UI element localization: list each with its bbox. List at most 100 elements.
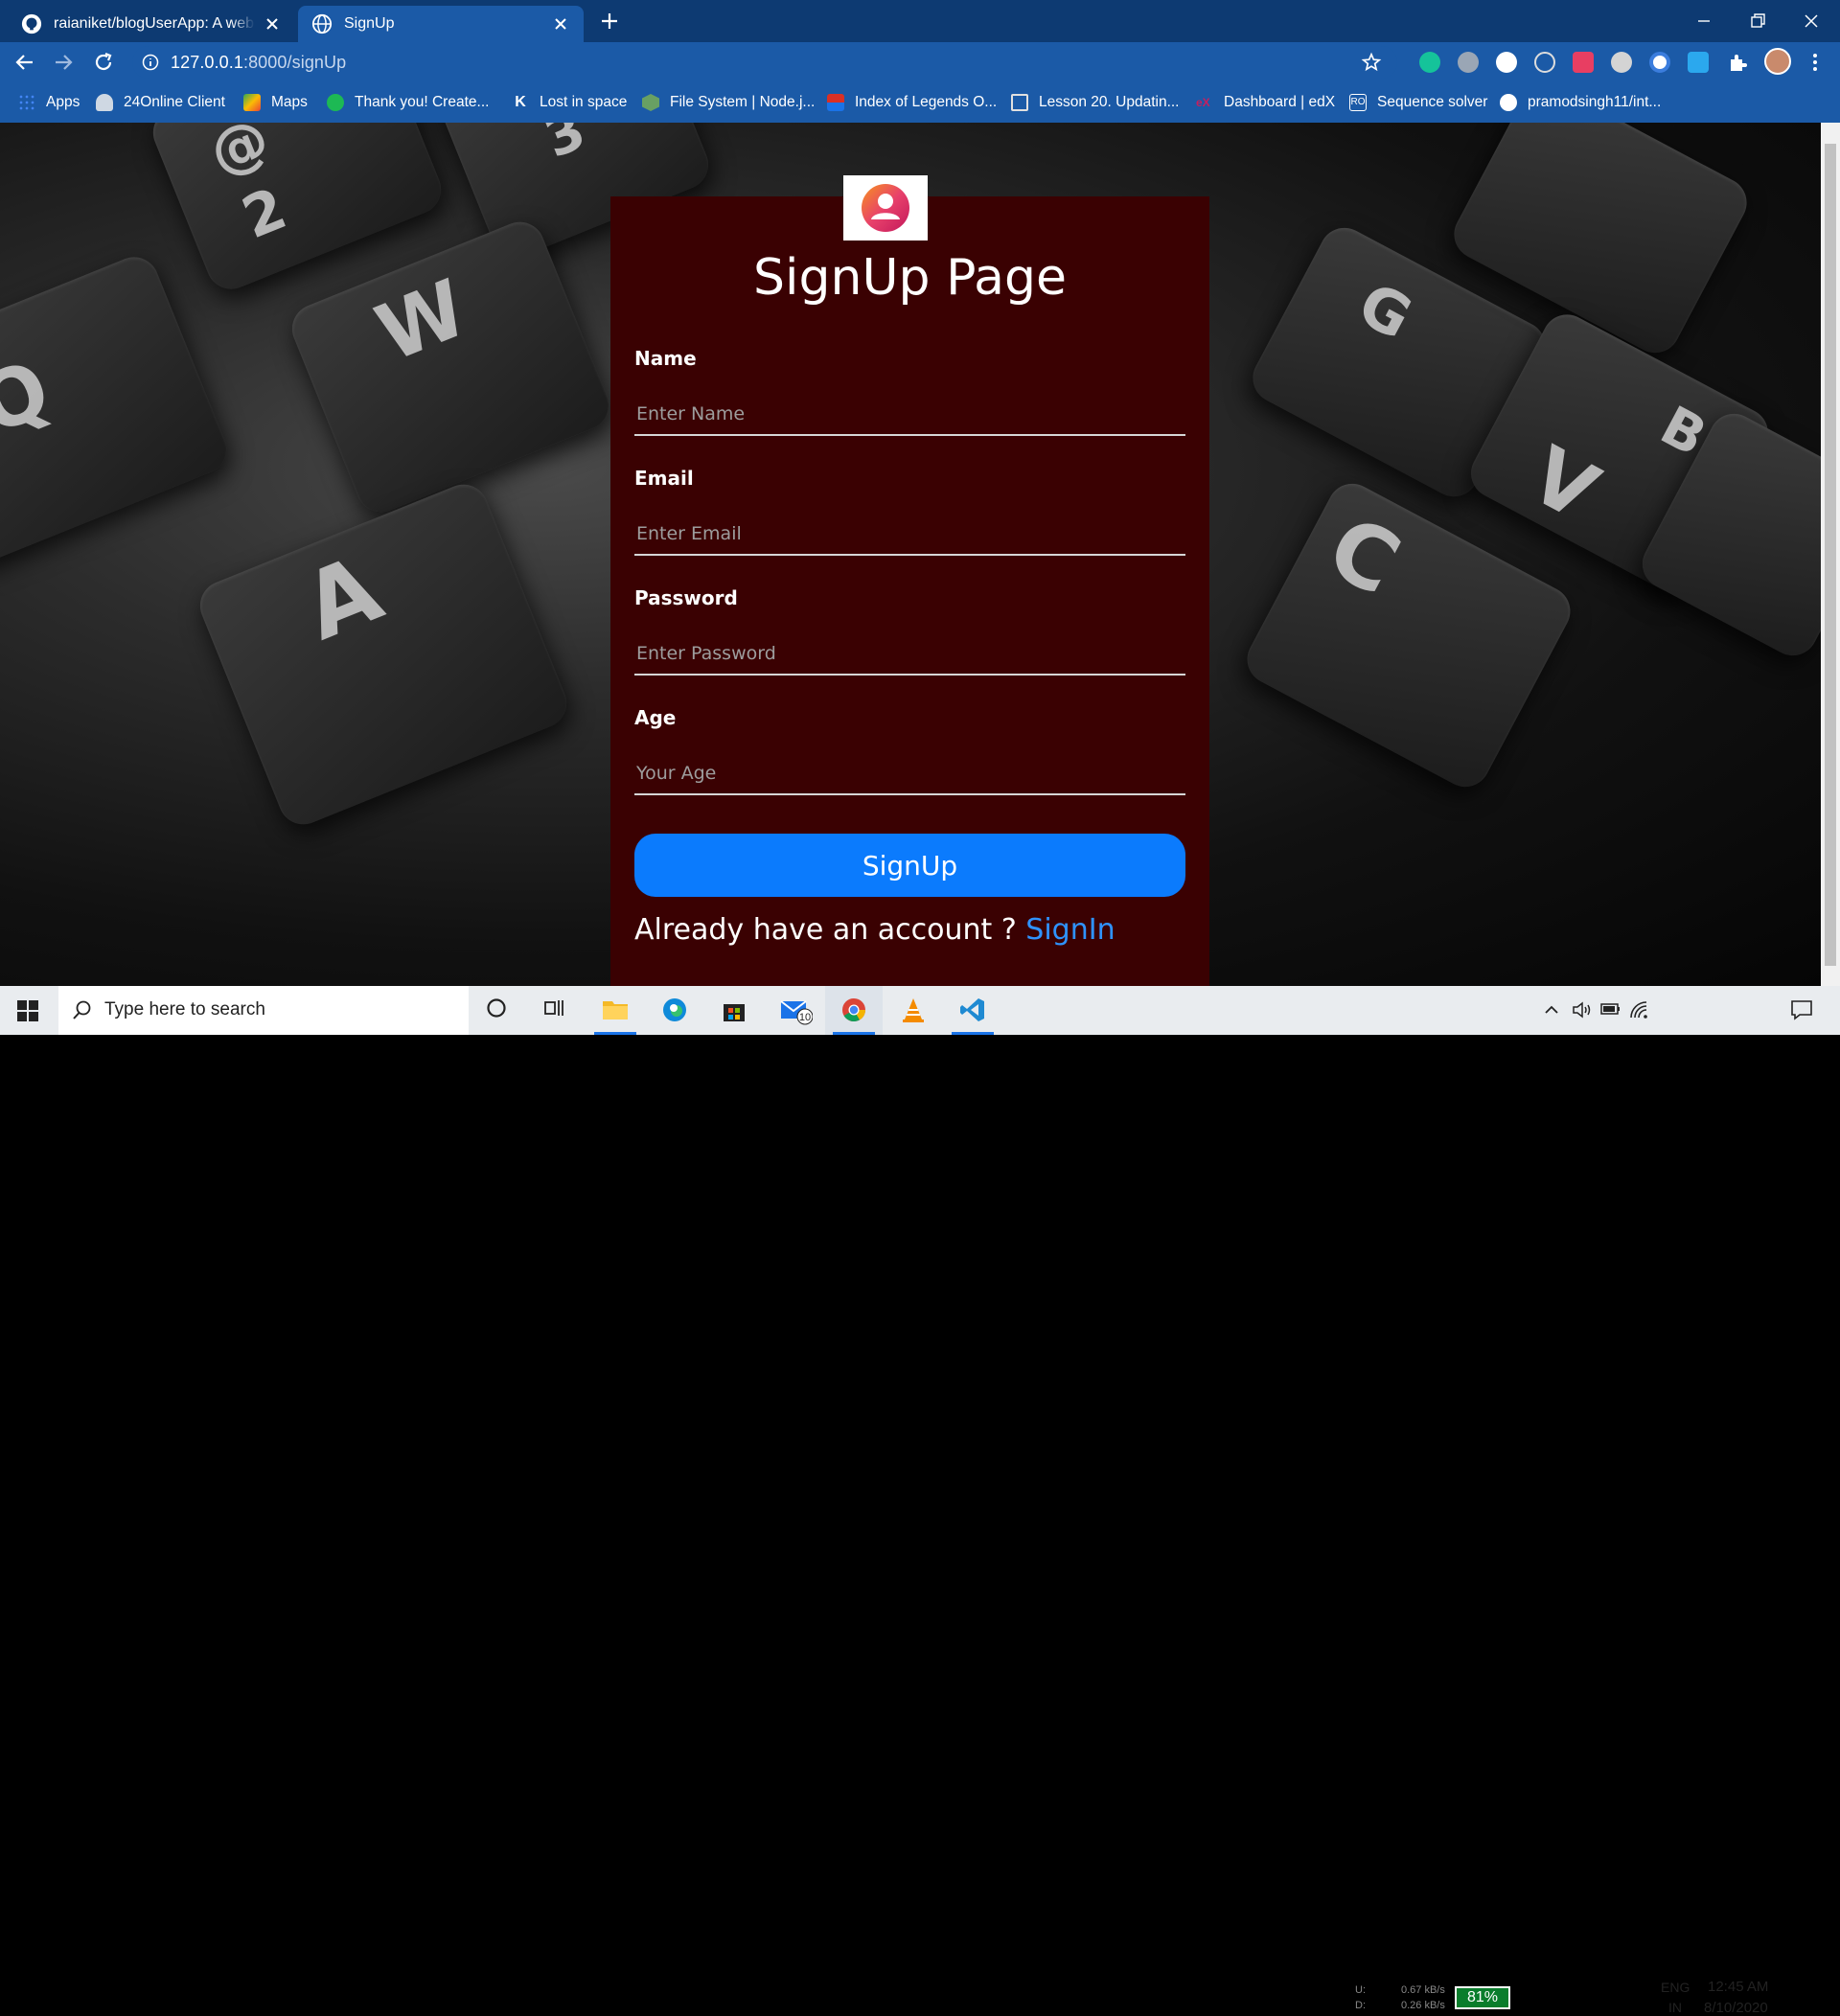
search-placeholder: Type here to search bbox=[104, 999, 265, 1019]
battery-percent-badge: 81% bbox=[1455, 1986, 1510, 2009]
bookmark-label: Sequence solver bbox=[1377, 94, 1488, 110]
close-window-icon[interactable] bbox=[1798, 8, 1825, 34]
close-tab-icon[interactable] bbox=[551, 14, 570, 34]
clock-time[interactable]: 12:45 AM bbox=[1708, 1979, 1768, 1995]
adblock-extension-icon[interactable] bbox=[1458, 52, 1479, 73]
cortana-button[interactable] bbox=[470, 986, 527, 1035]
globe-icon bbox=[311, 13, 333, 34]
bookmark-lost-in-space[interactable]: K Lost in space bbox=[512, 91, 627, 114]
language-code[interactable]: ENG bbox=[1661, 1980, 1690, 1995]
scroll-thumb[interactable] bbox=[1825, 144, 1836, 966]
wifi-icon[interactable] bbox=[1629, 1000, 1650, 1019]
bookmark-apps[interactable]: Apps bbox=[18, 91, 80, 114]
vlc-button[interactable] bbox=[885, 986, 942, 1035]
tab-title: raianiket/blogUserApp: A web app bbox=[54, 15, 255, 32]
page-scrollbar[interactable] bbox=[1821, 123, 1840, 986]
restore-icon[interactable] bbox=[1744, 8, 1771, 34]
notification-center-icon[interactable] bbox=[1790, 999, 1813, 1020]
green-check-icon bbox=[327, 94, 344, 111]
close-tab-icon[interactable] bbox=[263, 14, 282, 34]
tab-title: SignUp bbox=[344, 15, 395, 32]
bookmark-label: Thank you! Create... bbox=[355, 94, 490, 110]
age-input[interactable] bbox=[634, 753, 1185, 795]
cortana-circle-icon bbox=[487, 998, 506, 1018]
profile-avatar[interactable] bbox=[1764, 48, 1791, 75]
react-devtools-icon[interactable] bbox=[1534, 52, 1555, 73]
bookmark-index-of-legends[interactable]: Index of Legends O... bbox=[827, 91, 997, 114]
forward-arrow-icon[interactable] bbox=[52, 51, 75, 74]
kebab-menu-icon[interactable] bbox=[1804, 51, 1827, 74]
url-path: :8000/signUp bbox=[242, 53, 347, 72]
search-icon bbox=[73, 1000, 91, 1019]
k-icon: K bbox=[515, 94, 526, 110]
bookmark-maps[interactable]: Maps bbox=[243, 91, 308, 114]
account-prompt-text: Already have an account ? bbox=[634, 913, 1026, 947]
chrome-button[interactable] bbox=[825, 986, 883, 1035]
new-tab-plus-icon[interactable] bbox=[598, 10, 621, 33]
extension-grey-icon[interactable] bbox=[1611, 52, 1632, 73]
battery-icon[interactable] bbox=[1600, 1002, 1622, 1016]
sequence-icon: RO bbox=[1349, 94, 1367, 111]
user-avatar-icon bbox=[862, 184, 909, 232]
github-icon bbox=[1500, 94, 1517, 111]
extension-red-icon[interactable] bbox=[1573, 52, 1594, 73]
bookmark-label: Maps bbox=[271, 94, 308, 110]
chrome-icon bbox=[842, 998, 865, 1022]
vlc-cone-icon bbox=[903, 998, 924, 1022]
language-region[interactable]: IN bbox=[1668, 2000, 1682, 2015]
bookmark-label: Dashboard | edX bbox=[1224, 94, 1336, 110]
url-text[interactable]: 127.0.0.1:8000/signUp bbox=[171, 53, 346, 73]
signin-link[interactable]: SignIn bbox=[1025, 913, 1115, 947]
reload-icon[interactable] bbox=[92, 51, 115, 74]
grammarly-extension-icon[interactable] bbox=[1419, 52, 1440, 73]
store-bag-icon bbox=[724, 1004, 745, 1021]
net-download-label: D: bbox=[1355, 2000, 1366, 2011]
extension-blue-icon[interactable] bbox=[1688, 52, 1709, 73]
bookmark-lesson-20[interactable]: Lesson 20. Updatin... bbox=[1011, 91, 1180, 114]
signup-button[interactable]: SignUp bbox=[634, 834, 1185, 897]
signin-prompt: Already have an account ? SignIn bbox=[634, 913, 1116, 947]
file-explorer-button[interactable] bbox=[586, 986, 644, 1035]
bookmark-star-icon[interactable] bbox=[1361, 52, 1382, 73]
back-arrow-icon[interactable] bbox=[13, 51, 36, 74]
bookmark-thank-you[interactable]: Thank you! Create... bbox=[327, 91, 489, 114]
address-bar[interactable]: 127.0.0.1:8000/signUp bbox=[132, 46, 1397, 79]
tab-strip: raianiket/blogUserApp: A web app SignUp bbox=[0, 0, 1840, 42]
chevron-up-icon[interactable] bbox=[1543, 1001, 1560, 1019]
mail-button[interactable]: 10 bbox=[765, 986, 822, 1035]
bookmark-label: Lost in space bbox=[540, 94, 628, 110]
browser-toolbar: 127.0.0.1:8000/signUp bbox=[0, 42, 1840, 82]
store-button[interactable] bbox=[705, 986, 763, 1035]
bookmark-pramodsingh[interactable]: pramodsingh11/int... bbox=[1500, 91, 1661, 114]
taskbar-search-box[interactable]: Type here to search bbox=[58, 986, 469, 1035]
bookmark-sequence-solver[interactable]: RO Sequence solver bbox=[1349, 91, 1487, 114]
user-avatar-image bbox=[843, 175, 928, 241]
password-input[interactable] bbox=[634, 633, 1185, 676]
edge-button[interactable] bbox=[646, 986, 703, 1035]
bookmark-edx[interactable]: eX Dashboard | edX bbox=[1196, 91, 1335, 114]
windows-start-icon[interactable] bbox=[17, 1000, 38, 1021]
task-view-button[interactable] bbox=[527, 986, 585, 1035]
bookmark-label: Apps bbox=[46, 94, 80, 110]
age-label: Age bbox=[634, 706, 677, 729]
name-input[interactable] bbox=[634, 394, 1185, 436]
bookmarks-bar: Apps 24Online Client Maps Thank you! Cre… bbox=[0, 82, 1840, 123]
vscode-button[interactable] bbox=[944, 986, 1001, 1035]
tab-github[interactable]: raianiket/blogUserApp: A web app bbox=[8, 6, 295, 42]
extensions-puzzle-icon[interactable] bbox=[1726, 51, 1749, 74]
name-label: Name bbox=[634, 347, 697, 370]
bookmark-label: 24Online Client bbox=[124, 94, 225, 110]
tab-signup[interactable]: SignUp bbox=[298, 6, 584, 42]
email-input[interactable] bbox=[634, 514, 1185, 556]
volume-icon[interactable] bbox=[1572, 1000, 1593, 1019]
page-title: SignUp Page bbox=[753, 249, 1067, 307]
minimize-icon[interactable] bbox=[1690, 8, 1717, 34]
bookmark-label: Lesson 20. Updatin... bbox=[1039, 94, 1180, 110]
clock-date[interactable]: 8/10/2020 bbox=[1704, 2000, 1768, 2016]
extension-circle-icon[interactable] bbox=[1496, 52, 1517, 73]
bookmark-file-system[interactable]: File System | Node.j... bbox=[642, 91, 815, 114]
info-icon[interactable] bbox=[142, 54, 159, 71]
extension-ring-icon[interactable] bbox=[1649, 52, 1670, 73]
bookmark-24online[interactable]: 24Online Client bbox=[96, 91, 225, 114]
browser-window: raianiket/blogUserApp: A web app SignUp bbox=[0, 0, 1840, 986]
